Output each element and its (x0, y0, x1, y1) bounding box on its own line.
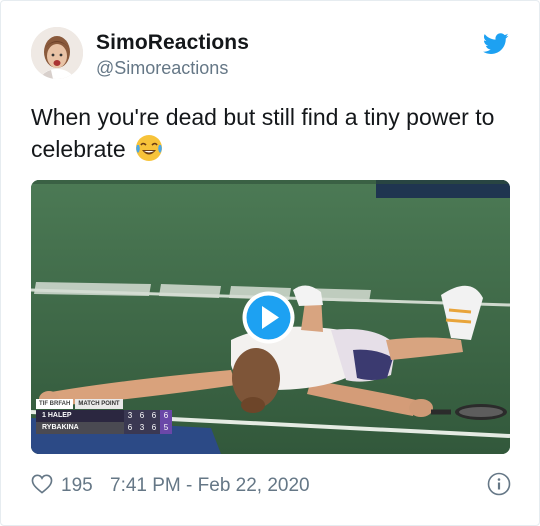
tweet-text-content: When you're dead but still find a tiny p… (31, 104, 495, 162)
set-score: 6 (160, 410, 172, 422)
player-name-text: RYBAKINA (42, 424, 79, 431)
tweet-timestamp[interactable]: 7:41 PM - Feb 22, 2020 (110, 475, 310, 497)
scoreboard-status-tag: MATCH POINT (75, 399, 123, 409)
set-score: 3 (136, 422, 148, 434)
info-icon[interactable] (487, 472, 511, 496)
set-score: 6 (148, 410, 160, 422)
tweet-text: When you're dead but still find a tiny p… (31, 101, 511, 165)
set-score: 6 (148, 422, 160, 434)
scoreboard-overlay: TIF BRFAH MATCH POINT 1 HALEP 3 6 6 6 RY… (36, 399, 196, 435)
tears-of-joy-emoji-icon (134, 133, 164, 163)
scoreboard-row: 1 HALEP 3 6 6 6 (36, 410, 196, 422)
player-name: 1 HALEP (36, 410, 124, 422)
avatar[interactable] (31, 27, 83, 79)
set-score: 6 (124, 422, 136, 434)
tweet-card: SimoReactions @Simoreactions When you're… (0, 0, 540, 526)
set-score: 3 (124, 410, 136, 422)
like-count[interactable]: 195 (61, 475, 93, 497)
scoreboard-event-tag: TIF BRFAH (36, 399, 74, 409)
scoreboard-row: RYBAKINA 6 3 6 5 (36, 422, 196, 434)
user-handle[interactable]: @Simoreactions (96, 58, 228, 79)
player-name: RYBAKINA (36, 422, 124, 434)
player-seed: 1 (42, 412, 46, 419)
player-name-text: HALEP (47, 412, 72, 419)
play-button-icon[interactable] (241, 290, 296, 345)
display-name[interactable]: SimoReactions (96, 31, 249, 55)
set-score: 5 (160, 422, 172, 434)
tweet-footer: 195 7:41 PM - Feb 22, 2020 (31, 471, 511, 501)
tweet-header: SimoReactions @Simoreactions (31, 27, 511, 83)
twitter-bird-icon[interactable] (482, 33, 509, 55)
set-score: 6 (136, 410, 148, 422)
like-heart-icon[interactable] (31, 474, 53, 494)
